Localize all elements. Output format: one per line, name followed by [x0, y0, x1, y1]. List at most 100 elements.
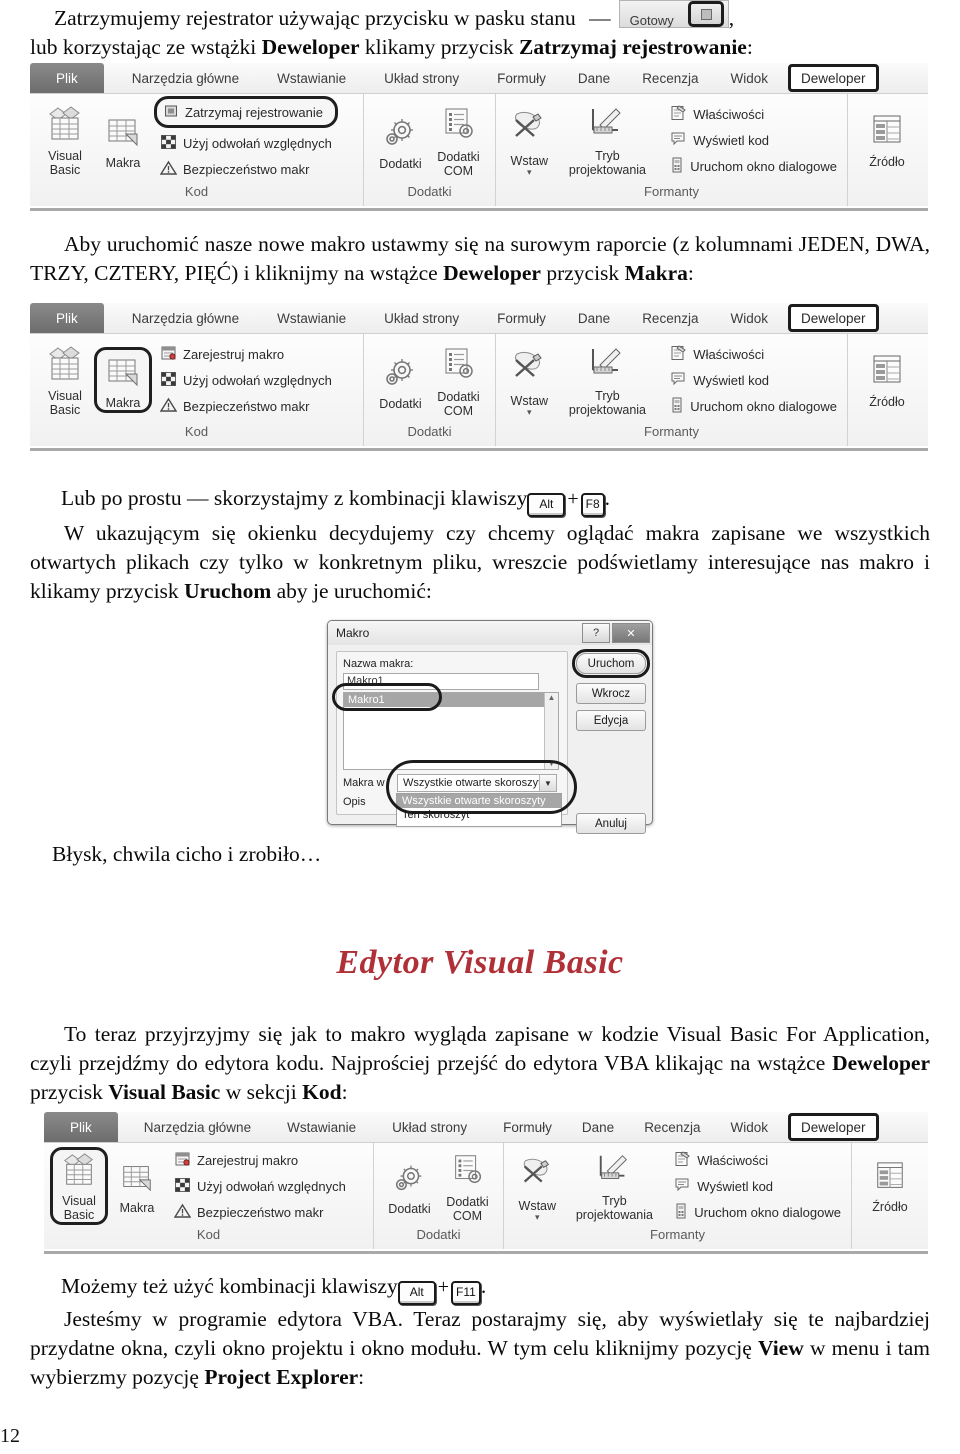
ribbon-button-tryb-projektowania[interactable]: Tryb projektowania: [557, 343, 659, 417]
ribbon-button-wlasciwosci[interactable]: Właściwości: [670, 1147, 845, 1173]
tab-deweloper[interactable]: Deweloper: [787, 1113, 879, 1141]
tab-formuly[interactable]: Formuły: [473, 63, 560, 93]
ribbon-button-label: Bezpieczeństwo makr: [183, 161, 310, 177]
ribbon-button-wyswietl-kod[interactable]: Wyświetl kod: [666, 367, 841, 393]
tab-uklad-strony[interactable]: Układ strony: [360, 303, 473, 333]
ribbon-button-zrodlo[interactable]: Źródło: [861, 1158, 919, 1214]
ribbon-button-wstaw[interactable]: Wstaw ▾: [510, 1153, 565, 1221]
ribbon-button-dodatki-com[interactable]: Dodatki COM: [439, 1149, 497, 1223]
tab-dane[interactable]: Dane: [560, 303, 624, 333]
edycja-button[interactable]: Edycja: [576, 710, 646, 731]
tab-widok[interactable]: Widok: [712, 303, 782, 333]
stop-recording-button[interactable]: [687, 1, 724, 27]
tab-uklad-strony[interactable]: Układ strony: [360, 63, 473, 93]
ribbon-button-dodatki[interactable]: Dodatki: [372, 349, 430, 411]
tab-plik[interactable]: Plik: [30, 303, 104, 333]
list-scrollbar[interactable]: ▲ ▼: [544, 693, 558, 769]
ribbon-button-dodatki[interactable]: Dodatki: [372, 109, 430, 171]
dropdown-option[interactable]: Wszystkie otwarte skoroszyty: [397, 794, 561, 808]
anuluj-button[interactable]: Anuluj: [576, 813, 646, 834]
tab-dane[interactable]: Dane: [566, 1112, 628, 1142]
tab-plik[interactable]: Plik: [44, 1112, 118, 1142]
tab-widok[interactable]: Widok: [714, 1112, 782, 1142]
tab-formuly[interactable]: Formuły: [473, 303, 560, 333]
tab-recenzja[interactable]: Recenzja: [628, 1112, 714, 1142]
ribbon-button-uruchom-okno-dialogowe[interactable]: Uruchom okno dialogowe: [666, 153, 841, 179]
tab-dane[interactable]: Dane: [560, 63, 624, 93]
ribbon-button-wstaw[interactable]: Wstaw ▾: [502, 106, 557, 176]
macros-in-dropdown[interactable]: Wszystkie otwarte skoroszyty Ten skorosz…: [396, 793, 562, 827]
ribbon-button-dodatki-com[interactable]: Dodatki COM: [430, 342, 488, 418]
tab-recenzja[interactable]: Recenzja: [624, 303, 712, 333]
ribbon-tabbar-3[interactable]: Plik Narzędzia główne Wstawianie Układ s…: [44, 1112, 928, 1143]
ribbon-button-uzyj-odwolan-wzglednych[interactable]: Użyj odwołań względnych: [170, 1173, 350, 1199]
tab-uklad-strony[interactable]: Układ strony: [370, 1112, 481, 1142]
ribbon-button-dodatki[interactable]: Dodatki: [381, 1156, 439, 1216]
tab-narzedzia-glowne[interactable]: Narzędzia główne: [118, 1112, 265, 1142]
tab-deweloper[interactable]: Deweloper: [787, 64, 879, 92]
uruchom-button[interactable]: Uruchom: [572, 649, 650, 678]
ribbon-button-visual-basic[interactable]: Visual Basic: [36, 343, 94, 417]
makro-dialog[interactable]: Makro ? ✕ Nazwa makra: Makro1 Makro1 ▲ ▼…: [327, 620, 653, 834]
tab-formuly[interactable]: Formuły: [481, 1112, 566, 1142]
tab-wstawianie[interactable]: Wstawianie: [265, 1112, 370, 1142]
macro-list[interactable]: Makro1 ▲ ▼: [343, 692, 559, 770]
ribbon-button-bezpieczenstwo-makr[interactable]: Bezpieczeństwo makr: [156, 156, 338, 182]
ribbon-button-wyswietl-kod[interactable]: Wyświetl kod: [670, 1173, 845, 1199]
tab-recenzja[interactable]: Recenzja: [624, 63, 712, 93]
scroll-up-icon[interactable]: ▲: [545, 693, 558, 702]
ribbon-button-visual-basic[interactable]: Visual Basic: [36, 103, 94, 177]
ribbon-button-zatrzymaj-rejestrowanie[interactable]: Zatrzymaj rejestrowanie: [154, 96, 338, 128]
help-button[interactable]: ?: [582, 623, 610, 643]
ribbon-button-uzyj-odwolan-wzglednych[interactable]: Użyj odwołań względnych: [156, 130, 338, 156]
ribbon-button-wyswietl-kod[interactable]: Wyświetl kod: [666, 127, 841, 153]
macro-name-input[interactable]: Makro1: [343, 673, 539, 690]
ribbon-tabbar-2[interactable]: Plik Narzędzia główne Wstawianie Układ s…: [30, 303, 928, 334]
ribbon-button-wlasciwosci[interactable]: Właściwości: [666, 101, 841, 127]
ribbon-button-tryb-projektowania[interactable]: Tryb projektowania: [565, 1150, 665, 1222]
wkrocz-button[interactable]: Wkrocz: [576, 683, 646, 704]
chevron-down-icon[interactable]: ▾: [527, 167, 532, 176]
tab-narzedzia-glowne[interactable]: Narzędzia główne: [104, 303, 253, 333]
dialog-titlebar[interactable]: Makro ? ✕: [328, 621, 652, 645]
chevron-down-icon[interactable]: ▼: [539, 775, 556, 791]
ribbon-button-dodatki-com[interactable]: Dodatki COM: [430, 102, 488, 178]
ribbon-tabbar-1[interactable]: Plik Narzędzia główne Wstawianie Układ s…: [30, 63, 928, 94]
list-item[interactable]: Makro1: [344, 693, 545, 707]
ribbon-button-makra[interactable]: Makra: [108, 1157, 166, 1215]
tab-narzedzia-glowne[interactable]: Narzędzia główne: [104, 63, 253, 93]
ribbon-button-wstaw[interactable]: Wstaw ▾: [502, 346, 557, 416]
status-bar-chip[interactable]: Gotowy: [618, 0, 729, 28]
tab-widok[interactable]: Widok: [712, 63, 782, 93]
ribbon-button-bezpieczenstwo-makr[interactable]: Bezpieczeństwo makr: [156, 393, 336, 419]
excel-ribbon-1[interactable]: Plik Narzędzia główne Wstawianie Układ s…: [30, 63, 928, 211]
ribbon-button-label: Uruchom okno dialogowe: [690, 398, 837, 414]
chevron-down-icon[interactable]: ▾: [535, 1212, 540, 1221]
excel-ribbon-2[interactable]: Plik Narzędzia główne Wstawianie Układ s…: [30, 303, 928, 451]
excel-ribbon-3[interactable]: Plik Narzędzia główne Wstawianie Układ s…: [44, 1112, 928, 1254]
tab-deweloper[interactable]: Deweloper: [787, 304, 879, 332]
ribbon-button-visual-basic[interactable]: Visual Basic: [50, 1147, 108, 1225]
tab-wstawianie[interactable]: Wstawianie: [253, 303, 360, 333]
ribbon-button-zarejestruj-makro[interactable]: Zarejestruj makro: [156, 341, 336, 367]
dialog-titlebar-buttons[interactable]: ? ✕: [582, 623, 652, 643]
ribbon-button-bezpieczenstwo-makr[interactable]: Bezpieczeństwo makr: [170, 1199, 350, 1225]
ribbon-button-uruchom-okno-dialogowe[interactable]: Uruchom okno dialogowe: [666, 393, 841, 419]
ribbon-button-tryb-projektowania[interactable]: Tryb projektowania: [557, 103, 659, 177]
ribbon-button-wlasciwosci[interactable]: Właściwości: [666, 341, 841, 367]
close-icon[interactable]: ✕: [612, 623, 650, 643]
macros-in-combo[interactable]: Wszystkie otwarte skoroszyty ▼: [397, 774, 557, 792]
scroll-down-icon[interactable]: ▼: [545, 759, 558, 768]
ribbon-button-makra[interactable]: Makra: [94, 347, 152, 413]
intro-line2-b: klikamy przycisk: [359, 35, 519, 59]
ribbon-button-zrodlo[interactable]: Źródło: [858, 111, 916, 169]
ribbon-button-zrodlo[interactable]: Źródło: [858, 351, 916, 409]
dropdown-option[interactable]: Ten skoroszyt: [397, 808, 561, 822]
ribbon-button-makra[interactable]: Makra: [94, 110, 152, 170]
chevron-down-icon[interactable]: ▾: [527, 407, 532, 416]
ribbon-button-zarejestruj-makro[interactable]: Zarejestruj makro: [170, 1147, 350, 1173]
ribbon-button-uruchom-okno-dialogowe[interactable]: Uruchom okno dialogowe: [670, 1199, 845, 1225]
tab-wstawianie[interactable]: Wstawianie: [253, 63, 360, 93]
ribbon-button-uzyj-odwolan-wzglednych[interactable]: Użyj odwołań względnych: [156, 367, 336, 393]
tab-plik[interactable]: Plik: [30, 63, 104, 93]
